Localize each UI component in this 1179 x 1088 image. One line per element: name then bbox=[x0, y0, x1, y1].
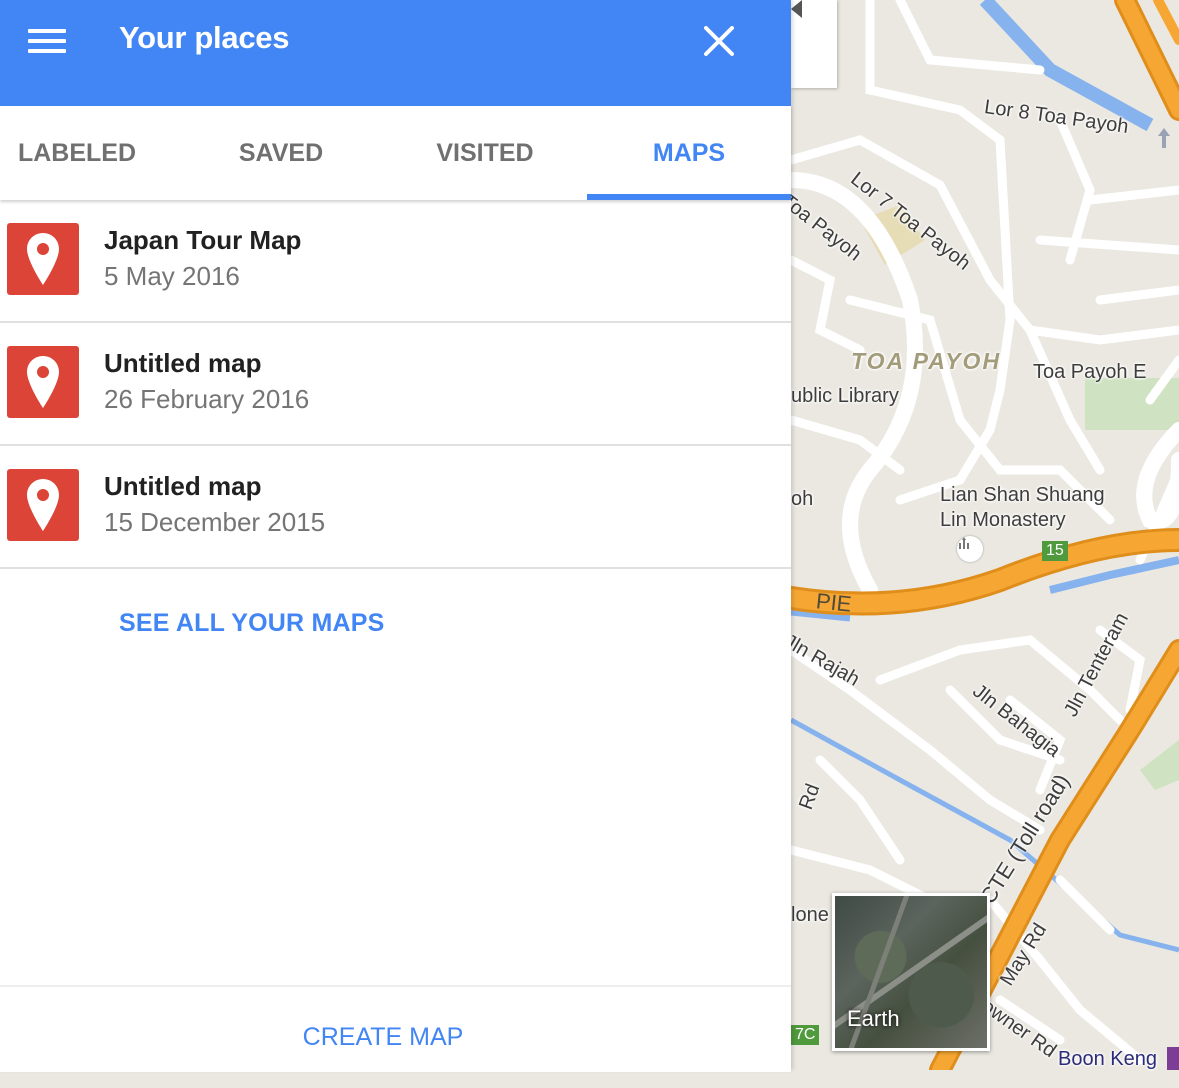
create-map-button[interactable]: CREATE MAP bbox=[0, 987, 766, 1088]
exit-badge-7c: 7C bbox=[791, 1025, 820, 1045]
tab-labeled[interactable]: LABELED bbox=[0, 106, 179, 200]
temple-icon[interactable] bbox=[957, 536, 983, 562]
tab-saved[interactable]: SAVED bbox=[179, 106, 383, 200]
map-name: Japan Tour Map bbox=[104, 225, 302, 255]
map-label-boon-keng: Boon Keng bbox=[1058, 1048, 1157, 1070]
see-all-maps-link[interactable]: SEE ALL YOUR MAPS bbox=[119, 609, 385, 638]
bottom-action-bar: CREATE MAP bbox=[0, 985, 791, 1072]
list-item[interactable]: Japan Tour Map 5 May 2016 bbox=[0, 200, 791, 323]
earth-view-toggle[interactable]: Earth bbox=[832, 893, 990, 1051]
map-label-area: TOA PAYOH bbox=[851, 348, 1002, 374]
map-name: Untitled map bbox=[104, 348, 262, 378]
map-date: 15 December 2015 bbox=[104, 507, 326, 537]
tab-indicator bbox=[587, 194, 791, 200]
maps-list: Japan Tour Map 5 May 2016 Untitled map 2… bbox=[0, 200, 791, 569]
map-pin-icon bbox=[7, 346, 79, 418]
tab-maps[interactable]: MAPS bbox=[587, 106, 791, 200]
earth-label: Earth bbox=[847, 1006, 900, 1031]
tab-bar: LABELED SAVED VISITED MAPS bbox=[0, 106, 791, 200]
hamburger-icon[interactable] bbox=[28, 29, 66, 53]
map-name: Untitled map bbox=[104, 471, 262, 501]
exit-badge-15: 15 bbox=[1042, 541, 1068, 561]
map-label-mone: lone bbox=[791, 904, 829, 926]
list-item[interactable]: Untitled map 15 December 2015 bbox=[0, 446, 791, 569]
close-icon[interactable] bbox=[700, 22, 738, 60]
page-title: Your places bbox=[119, 20, 290, 55]
map-label-toa-payoh-e: Toa Payoh E bbox=[1033, 361, 1147, 383]
map-label-oh: oh bbox=[791, 488, 814, 510]
collapse-panel-button[interactable] bbox=[791, 0, 837, 88]
map-date: 26 February 2016 bbox=[104, 384, 310, 414]
tab-visited[interactable]: VISITED bbox=[383, 106, 587, 200]
list-item[interactable]: Untitled map 26 February 2016 bbox=[0, 323, 791, 446]
app-bar: Your places bbox=[0, 0, 791, 106]
map-pin-icon bbox=[7, 469, 79, 541]
map-label-library: ublic Library bbox=[791, 385, 899, 407]
your-places-panel: Your places LABELED SAVED VISITED MAPS J… bbox=[0, 0, 791, 1072]
map-pin-icon bbox=[7, 223, 79, 295]
map-date: 5 May 2016 bbox=[104, 261, 240, 291]
map-label-monastery: Lian Shan Shuang Lin Monastery bbox=[940, 484, 1105, 531]
map-label-pie: PIE bbox=[814, 588, 853, 617]
mrt-station-icon bbox=[1167, 1047, 1179, 1070]
